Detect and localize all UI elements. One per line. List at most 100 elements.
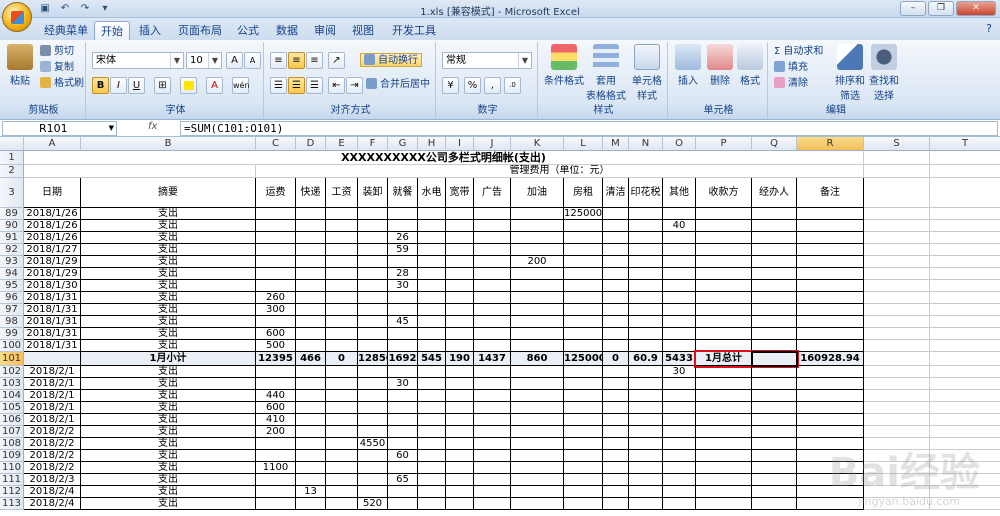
cell[interactable] <box>864 328 930 340</box>
cell[interactable] <box>296 414 326 426</box>
cell[interactable] <box>511 486 564 498</box>
cell[interactable] <box>603 390 629 402</box>
column-header-r[interactable]: R <box>797 137 864 151</box>
cell[interactable] <box>418 414 446 426</box>
column-header-n[interactable]: N <box>629 137 663 151</box>
cell[interactable] <box>864 220 930 232</box>
cell[interactable] <box>864 426 930 438</box>
cell[interactable] <box>752 304 797 316</box>
cell[interactable] <box>797 366 864 378</box>
cell[interactable] <box>446 316 474 328</box>
cell[interactable] <box>696 220 752 232</box>
cell[interactable] <box>930 304 1000 316</box>
cell[interactable] <box>256 438 296 450</box>
cell[interactable] <box>696 256 752 268</box>
cell[interactable] <box>418 208 446 220</box>
cell[interactable] <box>797 402 864 414</box>
column-header-b[interactable]: B <box>81 137 256 151</box>
cell[interactable] <box>629 316 663 328</box>
cell[interactable] <box>864 402 930 414</box>
cell[interactable] <box>446 268 474 280</box>
cell[interactable] <box>696 280 752 292</box>
cell[interactable] <box>446 280 474 292</box>
cell[interactable] <box>418 486 446 498</box>
cell[interactable] <box>446 292 474 304</box>
cell[interactable]: 支出 <box>81 328 256 340</box>
cell[interactable]: 2018/2/2 <box>24 462 81 474</box>
cell[interactable] <box>474 474 511 486</box>
cell[interactable] <box>663 292 696 304</box>
cell[interactable] <box>629 450 663 462</box>
cell[interactable] <box>864 151 930 165</box>
cell[interactable] <box>388 414 418 426</box>
cell[interactable] <box>358 328 388 340</box>
cell[interactable] <box>564 438 603 450</box>
cell[interactable] <box>24 165 256 178</box>
total-cell[interactable]: 12850 <box>358 352 388 366</box>
cell[interactable] <box>629 390 663 402</box>
cell[interactable]: 60 <box>388 450 418 462</box>
column-header-h[interactable]: H <box>418 137 446 151</box>
cell[interactable] <box>511 414 564 426</box>
tab-data[interactable]: 数据 <box>270 21 304 40</box>
total-cell[interactable]: 190 <box>446 352 474 366</box>
total-cell[interactable] <box>864 352 930 366</box>
cell[interactable] <box>296 328 326 340</box>
cell[interactable] <box>296 316 326 328</box>
cell[interactable] <box>296 304 326 316</box>
paste-button[interactable]: 粘贴 <box>4 44 36 87</box>
cell[interactable] <box>930 165 1000 178</box>
cell[interactable]: 支出 <box>81 486 256 498</box>
row-header[interactable]: 2 <box>0 165 24 178</box>
formula-input[interactable]: =SUM(C101:O101) <box>180 121 998 136</box>
cell[interactable] <box>696 208 752 220</box>
cell[interactable] <box>446 208 474 220</box>
row-header[interactable]: 92 <box>0 244 24 256</box>
cell[interactable] <box>930 340 1000 352</box>
cell[interactable] <box>511 280 564 292</box>
cell[interactable] <box>603 378 629 390</box>
cell[interactable] <box>603 426 629 438</box>
cell[interactable] <box>797 220 864 232</box>
cell[interactable] <box>864 390 930 402</box>
cell[interactable] <box>864 292 930 304</box>
cell[interactable] <box>326 268 358 280</box>
cell[interactable] <box>564 366 603 378</box>
cell[interactable]: 2018/1/26 <box>24 232 81 244</box>
cell[interactable]: 45 <box>388 316 418 328</box>
cell[interactable] <box>752 462 797 474</box>
cell[interactable] <box>511 316 564 328</box>
cell[interactable]: 2018/2/3 <box>24 474 81 486</box>
cell[interactable] <box>388 390 418 402</box>
cell[interactable] <box>418 304 446 316</box>
insert-cells-button[interactable]: 插入 <box>672 44 704 87</box>
cell[interactable] <box>326 414 358 426</box>
cell[interactable]: 2018/1/27 <box>24 244 81 256</box>
cell[interactable] <box>752 220 797 232</box>
cell[interactable] <box>388 498 418 510</box>
cell[interactable] <box>418 390 446 402</box>
cell[interactable]: 2018/1/30 <box>24 280 81 292</box>
cell[interactable] <box>511 426 564 438</box>
cell[interactable]: 200 <box>256 426 296 438</box>
grow-font-button[interactable]: A <box>226 52 243 69</box>
cell[interactable] <box>930 366 1000 378</box>
cell[interactable] <box>418 280 446 292</box>
cell[interactable]: 30 <box>663 366 696 378</box>
cell[interactable]: 支出 <box>81 438 256 450</box>
cell[interactable]: 2018/1/29 <box>24 268 81 280</box>
cell[interactable] <box>696 486 752 498</box>
cell[interactable]: 2018/2/1 <box>24 366 81 378</box>
cell[interactable] <box>663 208 696 220</box>
row-header[interactable]: 101 <box>0 352 24 366</box>
total-cell[interactable]: 160928.94 <box>797 352 864 366</box>
cell[interactable] <box>629 232 663 244</box>
cell[interactable] <box>564 340 603 352</box>
cell[interactable] <box>296 366 326 378</box>
row-header[interactable]: 3 <box>0 178 24 208</box>
cell[interactable] <box>629 462 663 474</box>
row-header[interactable]: 106 <box>0 414 24 426</box>
cell[interactable] <box>663 498 696 510</box>
total-cell[interactable]: 125000 <box>564 352 603 366</box>
cell[interactable] <box>296 268 326 280</box>
